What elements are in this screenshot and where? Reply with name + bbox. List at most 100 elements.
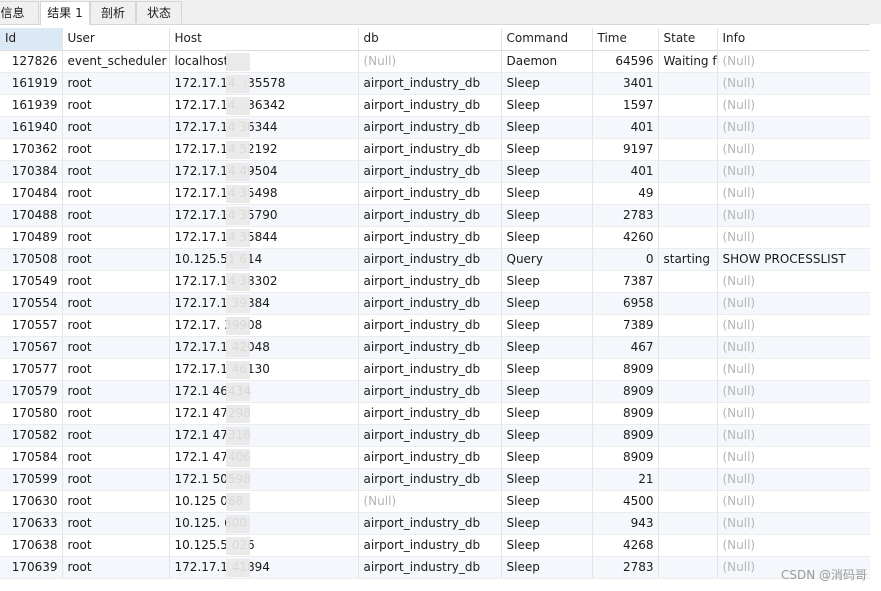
cell-user[interactable]: root bbox=[62, 226, 170, 249]
table-row[interactable]: 170599 root 172.1 50598 airport_industry_db… bbox=[0, 468, 870, 491]
cell-db[interactable]: airport_industry_db bbox=[358, 116, 502, 139]
table-row[interactable]: 161940 root 172.17.14 36344 airport_industr… bbox=[0, 116, 870, 139]
table-row[interactable]: 170582 root 172.1 47318 airport_industry_db… bbox=[0, 424, 870, 447]
cell-host[interactable]: 172.17.14 38302 bbox=[169, 270, 359, 293]
cell-host[interactable]: 10.125 068 bbox=[169, 490, 359, 513]
cell-db[interactable]: airport_industry_db bbox=[358, 138, 502, 161]
cell-state[interactable] bbox=[658, 534, 718, 557]
cell-state[interactable] bbox=[658, 94, 718, 117]
cell-db[interactable]: airport_industry_db bbox=[358, 270, 502, 293]
cell-host[interactable]: 172.1 47406 bbox=[169, 446, 359, 469]
cell-command[interactable]: Sleep bbox=[501, 402, 593, 425]
cell-user[interactable]: root bbox=[62, 248, 170, 271]
cell-id[interactable]: 161919 bbox=[0, 72, 63, 95]
cell-command[interactable]: Sleep bbox=[501, 336, 593, 359]
cell-user[interactable]: root bbox=[62, 292, 170, 315]
cell-host[interactable]: 172.17.1 41894 bbox=[169, 556, 359, 579]
cell-state[interactable] bbox=[658, 292, 718, 315]
cell-state[interactable]: starting bbox=[658, 248, 718, 271]
cell-state[interactable] bbox=[658, 380, 718, 403]
column-header-db[interactable]: db bbox=[358, 28, 502, 51]
cell-host[interactable]: 172.17.1 39384 bbox=[169, 292, 359, 315]
cell-time[interactable]: 467 bbox=[592, 336, 659, 359]
cell-db[interactable]: (Null) bbox=[358, 50, 502, 73]
cell-host[interactable]: 172.17.14 52192 bbox=[169, 138, 359, 161]
cell-user[interactable]: event_scheduler bbox=[62, 50, 170, 73]
cell-command[interactable]: Sleep bbox=[501, 160, 593, 183]
table-row[interactable]: 170579 root 172.1 46434 airport_industry_db… bbox=[0, 380, 870, 403]
cell-user[interactable]: root bbox=[62, 314, 170, 337]
cell-id[interactable]: 170549 bbox=[0, 270, 63, 293]
cell-command[interactable]: Sleep bbox=[501, 72, 593, 95]
column-header-id[interactable]: Id bbox=[0, 28, 63, 51]
table-row[interactable]: 170630 root 10.125 068 (Null) Sleep 4500 (Null… bbox=[0, 490, 870, 513]
cell-command[interactable]: Query bbox=[501, 248, 593, 271]
cell-id[interactable]: 170554 bbox=[0, 292, 63, 315]
cell-id[interactable]: 170579 bbox=[0, 380, 63, 403]
cell-state[interactable] bbox=[658, 226, 718, 249]
cell-db[interactable]: airport_industry_db bbox=[358, 248, 502, 271]
cell-id[interactable]: 170577 bbox=[0, 358, 63, 381]
cell-command[interactable]: Sleep bbox=[501, 138, 593, 161]
cell-state[interactable] bbox=[658, 314, 718, 337]
cell-host[interactable]: 172.17.14 35844 bbox=[169, 226, 359, 249]
cell-info[interactable]: (Null) bbox=[717, 336, 870, 359]
cell-info[interactable]: (Null) bbox=[717, 72, 870, 95]
cell-info[interactable]: (Null) bbox=[717, 292, 870, 315]
tab-info[interactable]: 信息 bbox=[0, 1, 39, 23]
tab-result-1[interactable]: 结果 1 bbox=[40, 1, 90, 25]
cell-time[interactable]: 2783 bbox=[592, 556, 659, 579]
cell-db[interactable]: airport_industry_db bbox=[358, 512, 502, 535]
cell-user[interactable]: root bbox=[62, 160, 170, 183]
cell-db[interactable]: airport_industry_db bbox=[358, 204, 502, 227]
cell-info[interactable]: (Null) bbox=[717, 534, 870, 557]
cell-command[interactable]: Sleep bbox=[501, 226, 593, 249]
table-row[interactable]: 170384 root 172.17.14 49504 airport_industr… bbox=[0, 160, 870, 183]
cell-db[interactable]: airport_industry_db bbox=[358, 358, 502, 381]
table-row[interactable]: 127826 event_scheduler localhost (Null) Daem… bbox=[0, 50, 870, 73]
cell-time[interactable]: 21 bbox=[592, 468, 659, 491]
cell-info[interactable]: (Null) bbox=[717, 380, 870, 403]
cell-user[interactable]: root bbox=[62, 204, 170, 227]
cell-host[interactable]: 10.125.5 026 bbox=[169, 534, 359, 557]
cell-time[interactable]: 401 bbox=[592, 116, 659, 139]
table-row[interactable]: 170557 root 172.17. 39908 airport_industry_… bbox=[0, 314, 870, 337]
cell-user[interactable]: root bbox=[62, 72, 170, 95]
cell-command[interactable]: Sleep bbox=[501, 94, 593, 117]
cell-host[interactable]: 172.17.1 46130 bbox=[169, 358, 359, 381]
table-row[interactable]: 161939 root 172.17.14. :36342 airport_indus… bbox=[0, 94, 870, 117]
cell-db[interactable]: airport_industry_db bbox=[358, 94, 502, 117]
cell-command[interactable]: Sleep bbox=[501, 292, 593, 315]
cell-user[interactable]: root bbox=[62, 358, 170, 381]
cell-db[interactable]: airport_industry_db bbox=[358, 380, 502, 403]
cell-command[interactable]: Sleep bbox=[501, 534, 593, 557]
cell-command[interactable]: Sleep bbox=[501, 182, 593, 205]
table-row[interactable]: 170639 root 172.17.1 41894 airport_industry… bbox=[0, 556, 870, 579]
cell-host[interactable]: 172.1 47298 bbox=[169, 402, 359, 425]
cell-state[interactable] bbox=[658, 556, 718, 579]
cell-user[interactable]: root bbox=[62, 446, 170, 469]
cell-id[interactable]: 170599 bbox=[0, 468, 63, 491]
cell-state[interactable] bbox=[658, 160, 718, 183]
cell-time[interactable]: 4268 bbox=[592, 534, 659, 557]
cell-host[interactable]: 172.1 47318 bbox=[169, 424, 359, 447]
cell-db[interactable]: airport_industry_db bbox=[358, 424, 502, 447]
cell-user[interactable]: root bbox=[62, 534, 170, 557]
cell-id[interactable]: 170557 bbox=[0, 314, 63, 337]
cell-id[interactable]: 170580 bbox=[0, 402, 63, 425]
cell-host[interactable]: 172.17.14. :36342 bbox=[169, 94, 359, 117]
cell-command[interactable]: Sleep bbox=[501, 424, 593, 447]
cell-time[interactable]: 7389 bbox=[592, 314, 659, 337]
cell-time[interactable]: 0 bbox=[592, 248, 659, 271]
cell-command[interactable]: Sleep bbox=[501, 116, 593, 139]
table-row[interactable]: 170638 root 10.125.5 026 airport_industry_d… bbox=[0, 534, 870, 557]
cell-user[interactable]: root bbox=[62, 138, 170, 161]
cell-id[interactable]: 161939 bbox=[0, 94, 63, 117]
table-row[interactable]: 170549 root 172.17.14 38302 airport_industr… bbox=[0, 270, 870, 293]
cell-host[interactable]: 10.125. 600 bbox=[169, 512, 359, 535]
table-row[interactable]: 170577 root 172.17.1 46130 airport_industry… bbox=[0, 358, 870, 381]
cell-command[interactable]: Sleep bbox=[501, 270, 593, 293]
cell-state[interactable] bbox=[658, 182, 718, 205]
cell-command[interactable]: Sleep bbox=[501, 380, 593, 403]
cell-time[interactable]: 8909 bbox=[592, 402, 659, 425]
